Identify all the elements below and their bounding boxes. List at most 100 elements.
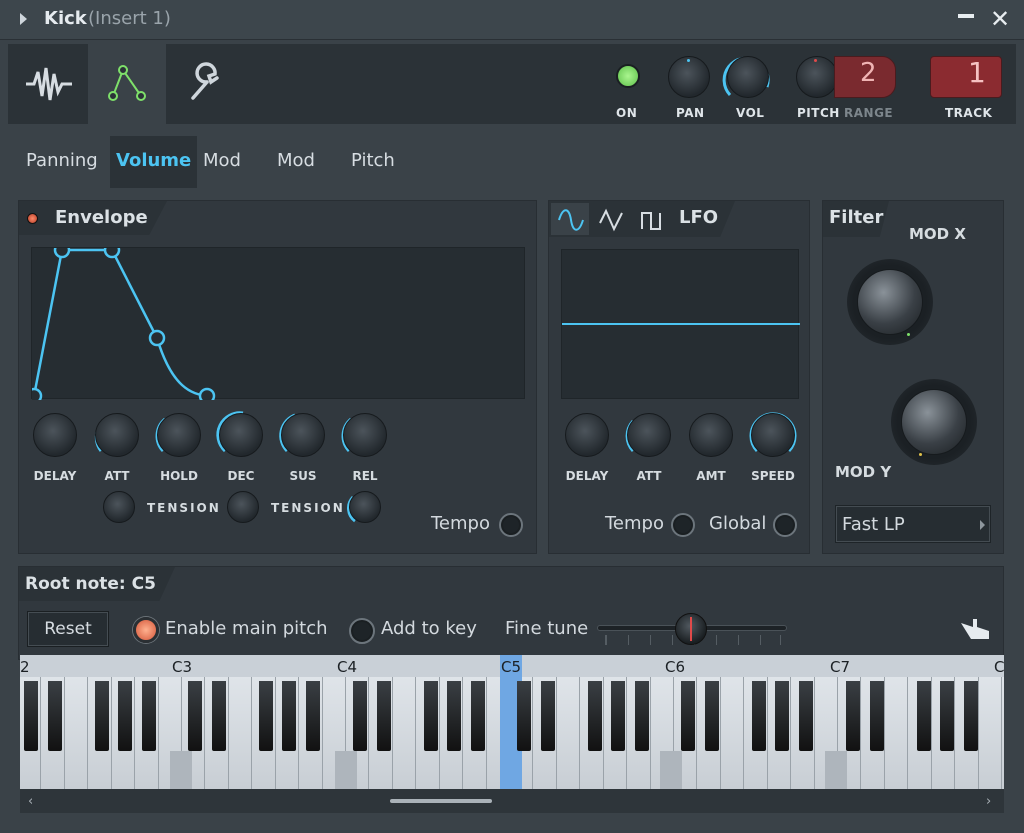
white-key[interactable]	[64, 677, 89, 789]
env-delay-knob[interactable]	[33, 413, 77, 457]
black-key[interactable]	[846, 681, 861, 751]
rel-tension-knob[interactable]	[349, 491, 381, 523]
env-sus-knob[interactable]	[281, 413, 325, 457]
envelope-point[interactable]	[53, 241, 71, 259]
white-key[interactable]	[884, 677, 909, 789]
white-key[interactable]	[556, 677, 581, 789]
white-key[interactable]	[392, 677, 417, 789]
black-key[interactable]	[940, 681, 955, 751]
enable-main-pitch-toggle[interactable]	[133, 617, 159, 643]
lfo-delay-knob[interactable]	[565, 413, 609, 457]
lfo-tempo-toggle[interactable]	[671, 513, 695, 537]
envelope-point[interactable]	[198, 387, 216, 405]
keyboard-scrollbar[interactable]: ‹ ›	[20, 789, 1004, 813]
black-key[interactable]	[94, 681, 109, 751]
black-key[interactable]	[963, 681, 978, 751]
lfo-sine-button[interactable]	[551, 203, 589, 235]
black-key[interactable]	[282, 681, 297, 751]
scroll-left-icon[interactable]: ‹	[28, 794, 33, 809]
white-key[interactable]	[1002, 677, 1004, 789]
mod-x-knob[interactable]	[857, 269, 923, 335]
env-delay-label: DELAY	[33, 469, 77, 483]
black-key[interactable]	[305, 681, 320, 751]
lfo-amt-knob[interactable]	[689, 413, 733, 457]
black-key[interactable]	[258, 681, 273, 751]
window-subtitle: (Insert 1)	[88, 8, 171, 29]
black-key[interactable]	[704, 681, 719, 751]
envelope-point[interactable]	[25, 387, 43, 405]
chevron-right-icon	[980, 520, 985, 530]
tab-envelope[interactable]	[88, 44, 166, 124]
lfo-speed-knob[interactable]	[751, 413, 795, 457]
envelope-graph[interactable]	[25, 241, 525, 405]
close-button[interactable]: ✕	[990, 6, 1010, 32]
black-key[interactable]	[376, 681, 391, 751]
att-tension-knob[interactable]	[103, 491, 135, 523]
black-key[interactable]	[869, 681, 884, 751]
black-key[interactable]	[470, 681, 485, 751]
scroll-thumb[interactable]	[390, 799, 492, 803]
scroll-right-icon[interactable]: ›	[986, 794, 991, 809]
black-key[interactable]	[634, 681, 649, 751]
black-key[interactable]	[611, 681, 626, 751]
black-key[interactable]	[681, 681, 696, 751]
lfo-square-button[interactable]	[639, 205, 665, 233]
env-tempo-toggle[interactable]	[499, 513, 523, 537]
black-key[interactable]	[775, 681, 790, 751]
black-key[interactable]	[24, 681, 39, 751]
pan-knob[interactable]	[668, 56, 710, 98]
lfo-global-toggle[interactable]	[773, 513, 797, 537]
menu-arrow-icon[interactable]	[20, 13, 27, 25]
on-led[interactable]	[616, 64, 640, 88]
black-key[interactable]	[447, 681, 462, 751]
tab-sample[interactable]	[10, 44, 88, 124]
black-key[interactable]	[540, 681, 555, 751]
black-key[interactable]	[353, 681, 368, 751]
black-key[interactable]	[188, 681, 203, 751]
octave-label: C6	[665, 658, 686, 676]
white-key[interactable]	[228, 677, 253, 789]
tab-panning[interactable]: Panning	[20, 136, 104, 188]
black-key[interactable]	[517, 681, 532, 751]
black-key[interactable]	[47, 681, 62, 751]
white-key[interactable]	[978, 677, 1003, 789]
piano-keyboard[interactable]: 2 C3 C4 C5 C6 C7 C	[20, 655, 1004, 789]
pitch-knob[interactable]	[796, 56, 838, 98]
fine-tune-label: Fine tune	[505, 618, 589, 639]
minimize-button[interactable]	[958, 14, 974, 18]
mod-y-indicator	[919, 453, 922, 456]
track-display[interactable]	[930, 56, 1002, 98]
window-title: Kick	[44, 8, 87, 29]
envelope-point[interactable]	[148, 329, 166, 347]
reset-button[interactable]: Reset	[27, 611, 109, 647]
pointer-hand-icon[interactable]	[959, 615, 993, 643]
black-key[interactable]	[798, 681, 813, 751]
env-dec-knob[interactable]	[219, 413, 263, 457]
pan-indicator	[687, 59, 690, 62]
dec-tension-knob[interactable]	[227, 491, 259, 523]
filter-type-select[interactable]: Fast LP	[835, 505, 991, 543]
add-to-key-toggle[interactable]	[349, 618, 375, 644]
tab-mod-y[interactable]: Mod Y	[271, 136, 321, 221]
envelope-enable-led[interactable]	[27, 213, 38, 224]
black-key[interactable]	[587, 681, 602, 751]
vol-knob[interactable]	[727, 56, 769, 98]
lfo-triangle-button[interactable]	[597, 205, 627, 233]
tab-misc[interactable]	[166, 44, 244, 124]
mod-y-knob[interactable]	[901, 389, 967, 455]
white-key[interactable]	[720, 677, 745, 789]
tab-mod-x[interactable]: Mod X	[197, 136, 247, 221]
lfo-att-knob[interactable]	[627, 413, 671, 457]
tab-volume[interactable]: Volume	[110, 136, 198, 188]
env-att-knob[interactable]	[95, 413, 139, 457]
black-key[interactable]	[141, 681, 156, 751]
black-key[interactable]	[211, 681, 226, 751]
black-key[interactable]	[118, 681, 133, 751]
envelope-point[interactable]	[103, 241, 121, 259]
tab-pitch[interactable]: Pitch	[345, 136, 401, 188]
black-key[interactable]	[751, 681, 766, 751]
black-key[interactable]	[916, 681, 931, 751]
black-key[interactable]	[423, 681, 438, 751]
env-rel-knob[interactable]	[343, 413, 387, 457]
env-hold-knob[interactable]	[157, 413, 201, 457]
